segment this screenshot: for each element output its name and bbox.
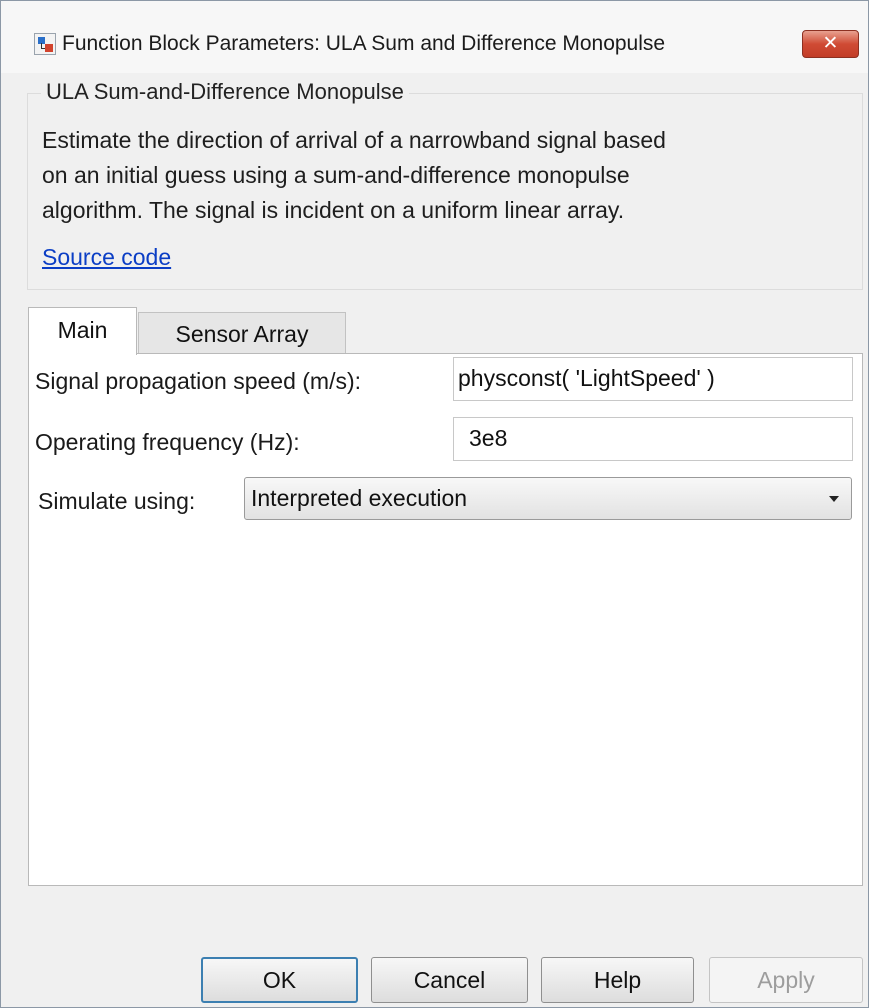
operating-frequency-field[interactable]: 3e8 xyxy=(453,417,853,461)
help-button[interactable]: Help xyxy=(541,957,694,1003)
window-title: Function Block Parameters: ULA Sum and D… xyxy=(62,32,666,55)
description-line: Estimate the direction of arrival of a n… xyxy=(42,127,666,153)
ok-button[interactable]: OK xyxy=(201,957,358,1003)
chevron-down-icon xyxy=(829,496,839,502)
simulate-using-dropdown[interactable]: Interpreted execution xyxy=(244,477,852,520)
operating-frequency-label: Operating frequency (Hz): xyxy=(35,429,300,455)
apply-button[interactable]: Apply xyxy=(709,957,863,1003)
propagation-speed-field[interactable]: physconst( 'LightSpeed' ) xyxy=(453,357,853,401)
tab-main[interactable]: Main xyxy=(28,307,137,355)
description-text: Estimate the direction of arrival of a n… xyxy=(42,123,842,228)
source-code-link[interactable]: Source code xyxy=(42,244,171,271)
simulate-using-label: Simulate using: xyxy=(38,488,196,514)
title-bar: Function Block Parameters: ULA Sum and D… xyxy=(1,1,868,73)
dialog-window: Function Block Parameters: ULA Sum and D… xyxy=(0,0,869,1008)
propagation-speed-label: Signal propagation speed (m/s): xyxy=(35,368,362,394)
simulink-block-icon xyxy=(34,33,56,55)
simulate-using-value: Interpreted execution xyxy=(251,485,468,511)
description-line: on an initial guess using a sum-and-diff… xyxy=(42,162,630,188)
tab-sensor-array[interactable]: Sensor Array xyxy=(138,312,346,354)
description-line: algorithm. The signal is incident on a u… xyxy=(42,197,625,223)
group-title: ULA Sum-and-Difference Monopulse xyxy=(41,79,409,105)
close-icon: ✕ xyxy=(822,33,839,54)
close-button[interactable]: ✕ xyxy=(802,30,859,58)
cancel-button[interactable]: Cancel xyxy=(371,957,528,1003)
